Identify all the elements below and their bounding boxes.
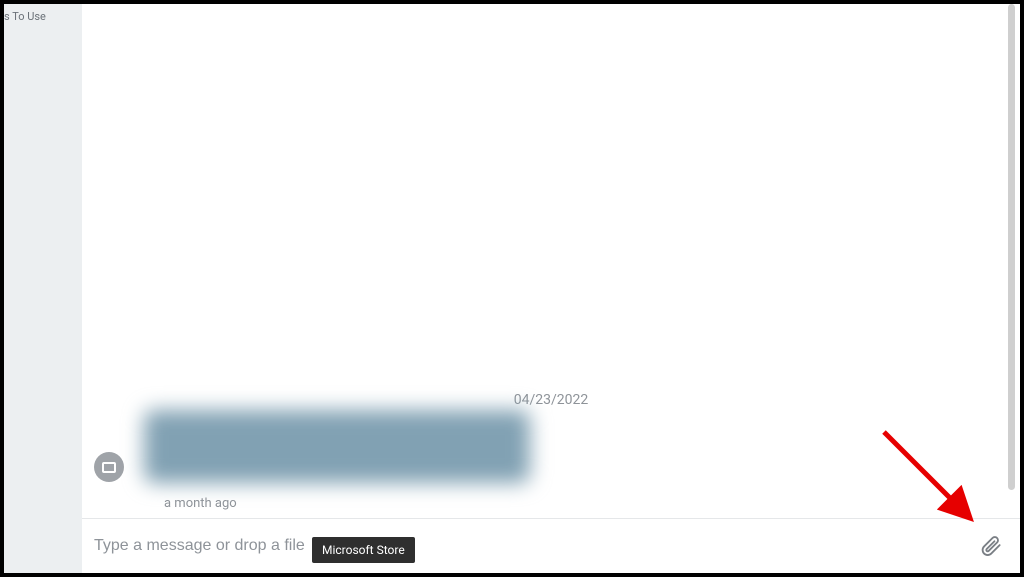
- attach-file-button[interactable]: [976, 531, 1006, 561]
- conversation-pane[interactable]: 04/23/2022 a month ago: [82, 4, 1020, 519]
- chat-content: 04/23/2022 a month ago: [82, 4, 1020, 573]
- taskbar-tooltip: Microsoft Store: [312, 537, 415, 563]
- scrollbar-thumb[interactable]: [1008, 4, 1015, 490]
- message-bubble-redacted: [144, 410, 530, 483]
- monitor-icon: [102, 462, 116, 473]
- message-timestamp: a month ago: [164, 496, 237, 511]
- sidebar-label-fragment: s To Use: [4, 10, 46, 23]
- sender-avatar[interactable]: [94, 452, 124, 482]
- sidebar: s To Use: [4, 4, 82, 573]
- message-input[interactable]: [94, 537, 976, 555]
- date-divider: 04/23/2022: [82, 392, 1020, 408]
- paperclip-icon: [980, 535, 1002, 557]
- app-frame: s To Use 04/23/2022 a month ago Microso: [0, 0, 1024, 577]
- message-composer: [82, 519, 1020, 573]
